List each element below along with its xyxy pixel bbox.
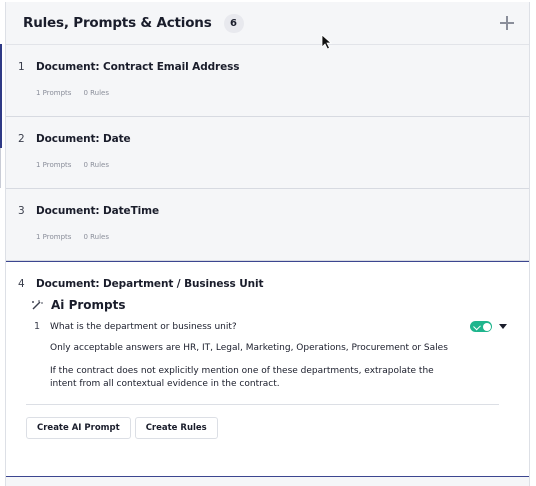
prompts-count: 1 Prompts	[36, 89, 72, 97]
item-meta: 1 Prompts 0 Rules	[6, 233, 529, 241]
create-ai-prompt-button[interactable]: Create AI Prompt	[26, 417, 131, 439]
left-guide	[0, 148, 1, 188]
prompt-detail-2: If the contract does not explicitly ment…	[50, 366, 434, 389]
prompt-detail-1: Only acceptable answers are HR, IT, Lega…	[50, 343, 448, 353]
magic-wand-icon	[32, 300, 43, 310]
prompt-row[interactable]: 1 What is the department or business uni…	[6, 321, 529, 332]
list-item[interactable]: 1 Document: Contract Email Address 1 Pro…	[6, 45, 529, 117]
left-guide-active	[0, 44, 2, 148]
panel-header: Rules, Prompts & Actions 6	[6, 2, 529, 45]
item-title: Document: Contract Email Address	[36, 61, 240, 73]
list-item[interactable]: 3 Document: DateTime 1 Prompts 0 Rules	[6, 189, 529, 261]
list-item-expanded[interactable]: 4 Document: Department / Business Unit A…	[6, 261, 529, 477]
rules-count: 0 Rules	[83, 161, 110, 169]
item-title: Document: DateTime	[36, 205, 160, 217]
item-number: 4	[18, 278, 25, 290]
item-number: 3	[18, 205, 25, 217]
prompts-count: 1 Prompts	[36, 233, 72, 241]
item-number: 2	[18, 133, 25, 145]
panel-title: Rules, Prompts & Actions	[23, 15, 212, 31]
prompt-enabled-toggle[interactable]	[470, 321, 492, 332]
create-rules-button[interactable]: Create Rules	[134, 417, 218, 439]
item-title: Document: Department / Business Unit	[36, 278, 264, 290]
item-meta: 1 Prompts 0 Rules	[6, 161, 529, 169]
add-icon[interactable]	[499, 15, 515, 31]
rules-prompts-actions-panel: Rules, Prompts & Actions 6 1 Document: C…	[5, 2, 530, 486]
rules-count: 0 Rules	[83, 89, 110, 97]
chevron-down-icon[interactable]	[499, 324, 507, 329]
mouse-cursor-icon	[321, 34, 333, 50]
count-badge: 6	[223, 13, 244, 33]
prompt-number: 1	[34, 321, 41, 332]
item-number: 1	[18, 61, 25, 73]
item-meta: 1 Prompts 0 Rules	[6, 89, 529, 97]
divider	[26, 404, 499, 405]
list-item[interactable]: 2 Document: Date 1 Prompts 0 Rules	[6, 117, 529, 189]
rules-count: 0 Rules	[83, 233, 110, 241]
action-buttons: Create AI Prompt Create Rules	[6, 417, 529, 439]
section-title: Ai Prompts	[51, 298, 126, 312]
prompt-text: What is the department or business unit?	[50, 321, 237, 332]
item-title: Document: Date	[36, 133, 131, 145]
prompts-count: 1 Prompts	[36, 161, 72, 169]
ai-prompts-section: Ai Prompts	[6, 298, 529, 312]
